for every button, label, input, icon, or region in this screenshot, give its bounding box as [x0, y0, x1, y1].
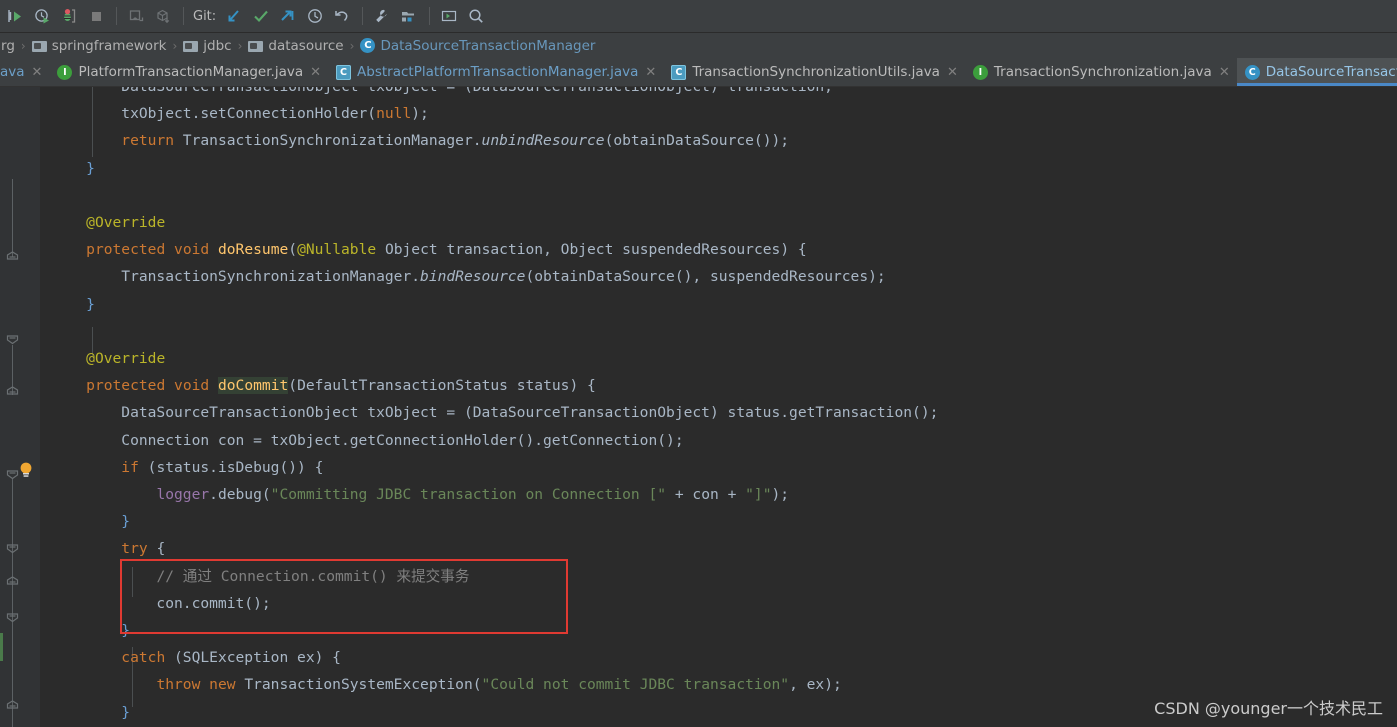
- git-history-icon[interactable]: [302, 3, 328, 29]
- breadcrumb-label: datasource: [268, 37, 344, 54]
- breadcrumb-item-jdbc[interactable]: jdbc: [182, 38, 232, 54]
- tab-close-icon[interactable]: ✕: [310, 66, 321, 79]
- debug-icon[interactable]: [29, 3, 55, 29]
- breadcrumb-item-springframework[interactable]: springframework: [31, 38, 168, 54]
- toolbar-separator: [116, 7, 117, 25]
- coverage-icon[interactable]: [56, 3, 82, 29]
- settings-wrench-icon[interactable]: [369, 3, 395, 29]
- project-structure-icon[interactable]: [396, 3, 422, 29]
- breadcrumb-label: springframework: [51, 37, 167, 54]
- breadcrumb-separator: ›: [20, 38, 26, 53]
- fold-collapse-icon[interactable]: [6, 384, 19, 397]
- git-rollback-icon[interactable]: [329, 3, 355, 29]
- tab-close-icon[interactable]: ✕: [32, 66, 43, 79]
- main-toolbar: Git:: [0, 0, 1397, 33]
- toolbar-separator-3: [362, 7, 364, 25]
- breadcrumb-label: jdbc: [203, 37, 232, 54]
- breadcrumb-item-org[interactable]: rg: [0, 38, 16, 54]
- stop-icon[interactable]: [83, 3, 109, 29]
- breadcrumb-label: rg: [1, 37, 15, 54]
- code-editor[interactable]: DataSourceTransactionObject txObject = (…: [0, 87, 1397, 727]
- editor-tab-datasourcetransactionmanager[interactable]: C DataSourceTransactionManager.java ✕: [1236, 58, 1397, 86]
- tab-close-icon[interactable]: ✕: [645, 66, 656, 79]
- interface-icon: I: [57, 64, 73, 80]
- breadcrumb-separator: ›: [237, 38, 243, 53]
- search-icon[interactable]: [463, 3, 489, 29]
- editor-tab-bar: ava ✕ I PlatformTransactionManager.java …: [0, 58, 1397, 87]
- class-icon: C: [1244, 64, 1260, 80]
- folder-icon: [183, 40, 199, 52]
- abstract-class-icon: C: [671, 64, 687, 80]
- breadcrumb-item-class[interactable]: C DataSourceTransactionManager: [359, 38, 596, 54]
- fold-collapse-icon[interactable]: [6, 698, 19, 711]
- terminal-icon[interactable]: [436, 3, 462, 29]
- change-marker: [0, 633, 3, 661]
- editor-tab-transactionsynchronizationutils[interactable]: C TransactionSynchronizationUtils.java ✕: [663, 58, 965, 86]
- tab-close-icon[interactable]: ✕: [947, 66, 958, 79]
- fold-collapse-icon[interactable]: [6, 574, 19, 587]
- vcs-change-strip: [0, 87, 3, 727]
- source-code[interactable]: DataSourceTransactionObject txObject = (…: [51, 87, 1397, 726]
- git-update-icon[interactable]: [221, 3, 247, 29]
- editor-tab-label: AbstractPlatformTransactionManager.java: [357, 64, 639, 80]
- editor-tab-truncated[interactable]: ava ✕: [0, 58, 49, 86]
- breadcrumb-item-datasource[interactable]: datasource: [247, 38, 344, 54]
- fold-collapse-icon[interactable]: [6, 249, 19, 262]
- toolbar-separator-4: [429, 7, 431, 25]
- tab-close-icon[interactable]: ✕: [1219, 66, 1230, 79]
- editor-tab-label: ava: [0, 64, 25, 80]
- interface-icon: I: [972, 64, 988, 80]
- code-text-area[interactable]: DataSourceTransactionObject txObject = (…: [40, 87, 1397, 727]
- editor-tab-label: PlatformTransactionManager.java: [78, 64, 304, 80]
- folder-icon: [31, 40, 47, 52]
- git-label: Git:: [193, 8, 217, 24]
- watermark-text: CSDN @younger一个技术民工: [1154, 699, 1383, 718]
- folder-icon: [248, 40, 264, 52]
- build-module-icon[interactable]: [150, 3, 176, 29]
- git-push-icon[interactable]: [275, 3, 301, 29]
- breadcrumb-separator: ›: [349, 38, 355, 53]
- fold-region-line: [12, 179, 13, 257]
- editor-tab-label: DataSourceTransactionManager.java: [1265, 64, 1397, 80]
- intention-bulb-icon[interactable]: [18, 461, 34, 479]
- editor-tab-platformtransactionmanager[interactable]: I PlatformTransactionManager.java ✕: [49, 58, 328, 86]
- fold-collapse-icon[interactable]: [6, 330, 19, 345]
- breadcrumb: rg › springframework › jdbc › datasource…: [0, 33, 1397, 58]
- editor-tab-transactionsynchronization[interactable]: I TransactionSynchronization.java ✕: [965, 58, 1237, 86]
- breadcrumb-separator: ›: [172, 38, 178, 53]
- breadcrumb-label: DataSourceTransactionManager: [380, 37, 596, 54]
- editor-tab-label: TransactionSynchronization.java: [993, 64, 1212, 80]
- fold-collapse-icon[interactable]: [6, 608, 19, 623]
- fold-collapse-icon[interactable]: [6, 539, 19, 554]
- editor-tab-label: TransactionSynchronizationUtils.java: [692, 64, 940, 80]
- class-icon: C: [360, 38, 376, 53]
- build-icon[interactable]: [123, 3, 149, 29]
- editor-gutter[interactable]: [0, 87, 40, 727]
- fold-region-line: [12, 479, 13, 727]
- editor-tab-abstractplatformtransactionmanager[interactable]: C AbstractPlatformTransactionManager.jav…: [328, 58, 663, 86]
- git-commit-icon[interactable]: [248, 3, 274, 29]
- run-icon[interactable]: [2, 3, 28, 29]
- abstract-class-icon: C: [336, 64, 352, 80]
- toolbar-separator-2: [183, 7, 184, 25]
